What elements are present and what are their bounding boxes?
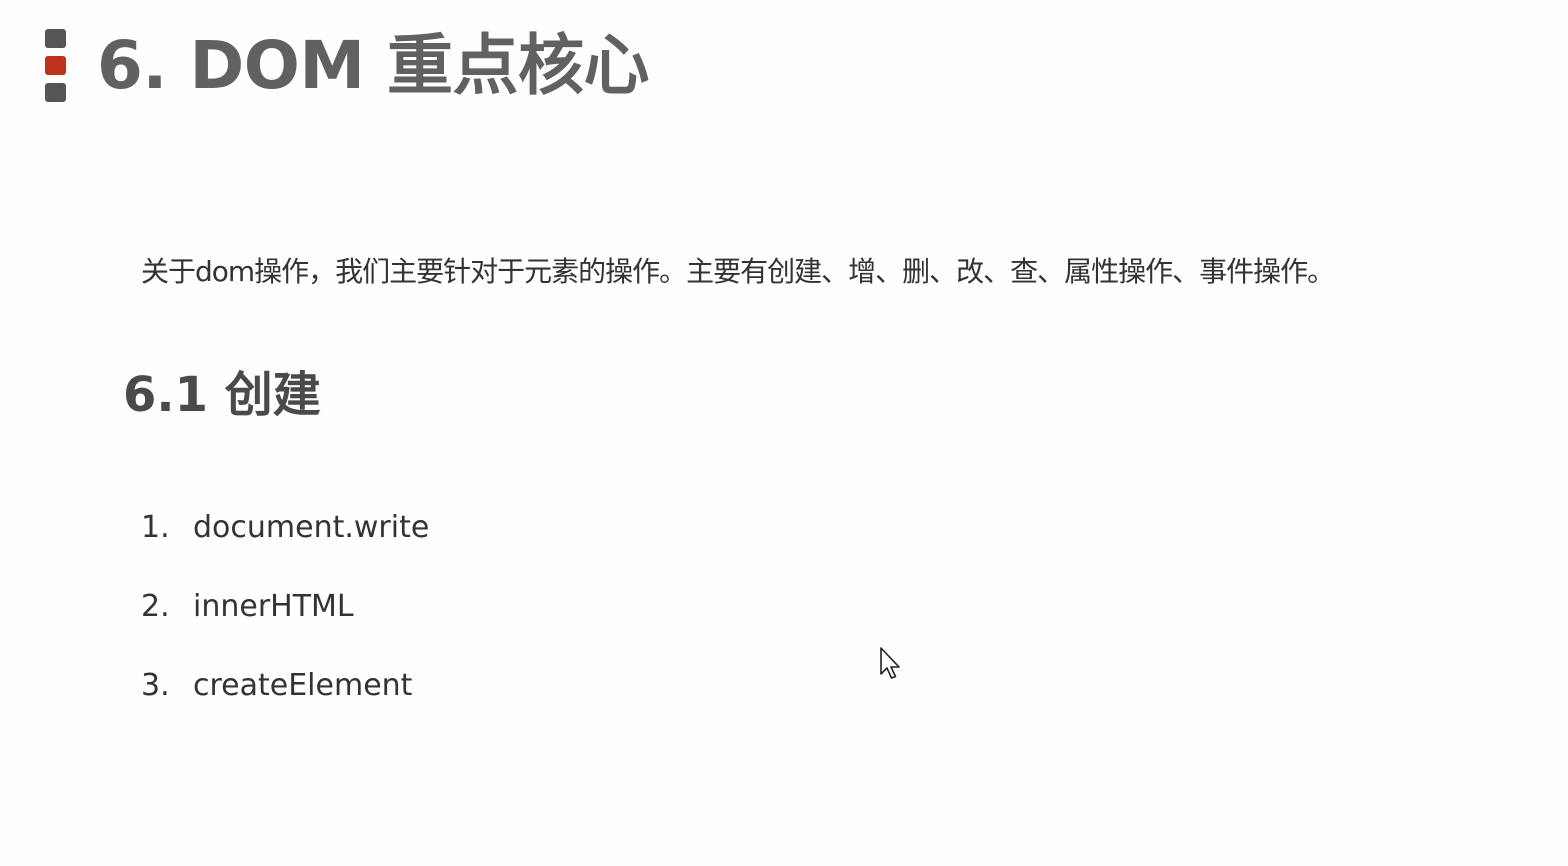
title-marker-icon [45, 29, 66, 102]
intro-paragraph: 关于dom操作，我们主要针对于元素的操作。主要有创建、增、删、改、查、属性操作、… [141, 255, 1335, 288]
list-item-number: 3. [141, 668, 170, 703]
section-heading: 6.1 创建 [123, 367, 321, 423]
list-item-text: innerHTML [193, 589, 354, 624]
list-item-text: document.write [193, 510, 430, 545]
list-item-number: 1. [141, 510, 170, 545]
mouse-cursor-icon [880, 647, 900, 679]
marker-segment-accent [45, 56, 66, 75]
marker-segment-top [45, 29, 66, 48]
list-item-text: createElement [193, 668, 413, 703]
list-item-number: 2. [141, 589, 170, 624]
page-title: 6. DOM 重点核心 [97, 27, 650, 104]
marker-segment-bottom [45, 83, 66, 102]
